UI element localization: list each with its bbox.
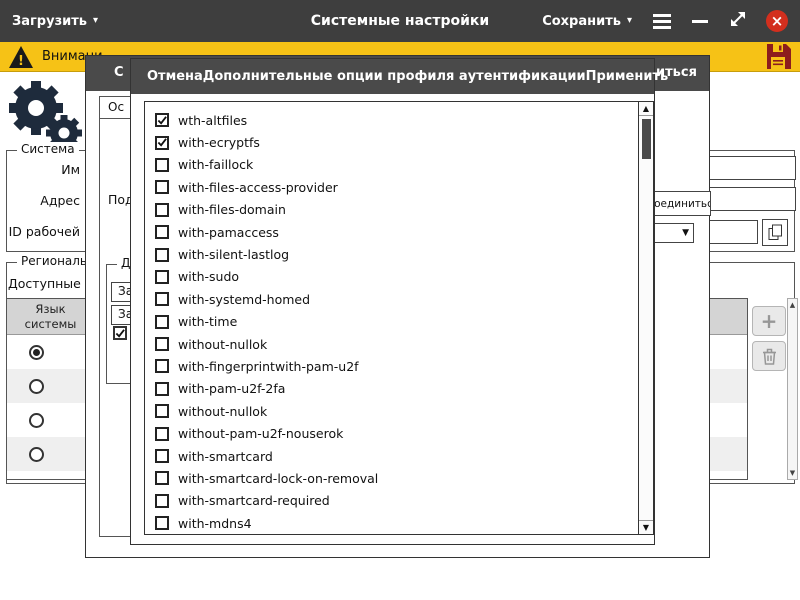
option-row[interactable]: with-pam-u2f-2fa xyxy=(155,378,637,400)
scroll-up-icon[interactable]: ▲ xyxy=(790,301,795,309)
checkbox[interactable] xyxy=(155,359,169,373)
option-row[interactable]: with-systemd-homed xyxy=(155,288,637,310)
checkbox[interactable] xyxy=(155,248,169,262)
cancel-button[interactable]: Отмена xyxy=(147,69,203,84)
option-row[interactable]: with-mdns4 xyxy=(155,512,637,534)
option-row[interactable]: without-nullok xyxy=(155,400,637,422)
option-label: with-time xyxy=(178,314,237,329)
option-label: with-smartcard-lock-on-removal xyxy=(178,471,378,486)
option-label: with-silent-lastlog xyxy=(178,247,289,262)
option-row[interactable]: with-smartcard xyxy=(155,445,637,467)
table-scrollbar[interactable]: ▲ ▼ xyxy=(787,298,798,480)
delete-language-button[interactable] xyxy=(752,341,786,371)
address-field-label: Адрес xyxy=(0,193,80,208)
trash-icon xyxy=(762,348,777,365)
scroll-up-button[interactable]: ▲ xyxy=(639,102,653,116)
checkbox[interactable] xyxy=(155,136,169,150)
option-label: with-sudo xyxy=(178,269,239,284)
option-label: with-systemd-homed xyxy=(178,292,310,307)
option-label: wth-altfiles xyxy=(178,113,247,128)
scroll-down-icon[interactable]: ▼ xyxy=(790,469,795,477)
option-row[interactable]: with-faillock xyxy=(155,154,637,176)
auth-dialog-header: Отмена Дополнительные опции профиля ауте… xyxy=(131,59,654,94)
option-label: without-nullok xyxy=(178,337,267,352)
option-row[interactable]: with-smartcard-lock-on-removal xyxy=(155,467,637,489)
option-label: with-files-access-provider xyxy=(178,180,338,195)
option-label: with-smartcard xyxy=(178,449,273,464)
checkbox[interactable] xyxy=(155,158,169,172)
checkbox[interactable] xyxy=(155,471,169,485)
workstation-id-field-label: ID рабочей xyxy=(0,224,80,239)
radio-button[interactable] xyxy=(29,379,44,394)
radio-button[interactable] xyxy=(29,447,44,462)
list-scrollbar[interactable]: ▲ ▼ xyxy=(638,102,653,534)
radio-button[interactable] xyxy=(29,345,44,360)
checkbox[interactable] xyxy=(155,113,169,127)
checkbox[interactable] xyxy=(155,292,169,306)
scroll-thumb[interactable] xyxy=(642,119,651,159)
radio-button[interactable] xyxy=(29,413,44,428)
option-row[interactable]: with-sudo xyxy=(155,266,637,288)
scroll-down-button[interactable]: ▼ xyxy=(639,520,653,534)
name-field-label: Им xyxy=(0,162,80,177)
options-list-items: wth-altfiles with-ecryptfs xyxy=(145,102,637,534)
available-languages-label: Доступные я xyxy=(8,276,92,291)
option-label: without-nullok xyxy=(178,404,267,419)
checkbox[interactable] xyxy=(155,404,169,418)
system-group-label: Система xyxy=(17,142,79,156)
checkbox[interactable] xyxy=(155,449,169,463)
copy-icon xyxy=(768,224,783,241)
plus-icon: + xyxy=(761,309,778,333)
option-row[interactable]: without-pam-u2f-nouserok xyxy=(155,422,637,444)
checkbox[interactable] xyxy=(113,326,127,340)
checkbox[interactable] xyxy=(155,382,169,396)
auth-dialog-title: Дополнительные опции профиля аутентифика… xyxy=(203,69,586,84)
option-label: with-ecryptfs xyxy=(178,135,260,150)
language-column-header: Язык системы xyxy=(7,299,95,334)
option-row[interactable]: with-fingerprintwith-pam-u2f xyxy=(155,355,637,377)
gears-icon xyxy=(2,76,82,152)
option-label: with-faillock xyxy=(178,157,253,172)
auth-options-dialog: Отмена Дополнительные опции профиля ауте… xyxy=(130,58,655,545)
option-label: with-pamaccess xyxy=(178,225,279,240)
screen: Загрузить ▾ Системные настройки Сохранит… xyxy=(0,0,800,600)
checkbox[interactable] xyxy=(155,180,169,194)
checkbox[interactable] xyxy=(155,516,169,530)
option-label: with-fingerprintwith-pam-u2f xyxy=(178,359,359,374)
check-icon xyxy=(157,115,167,126)
option-row[interactable]: with-pamaccess xyxy=(155,221,637,243)
option-label: with-mdns4 xyxy=(178,516,252,531)
checkbox[interactable] xyxy=(155,337,169,351)
checkbox[interactable] xyxy=(155,315,169,329)
checkbox[interactable] xyxy=(155,270,169,284)
checkbox[interactable] xyxy=(155,225,169,239)
option-row[interactable]: with-files-domain xyxy=(155,199,637,221)
option-row[interactable]: with-files-access-provider xyxy=(155,176,637,198)
checkbox[interactable] xyxy=(155,203,169,217)
checkbox[interactable] xyxy=(155,494,169,508)
option-row[interactable]: with-ecryptfs xyxy=(155,131,637,153)
option-row[interactable]: with-time xyxy=(155,311,637,333)
checkbox[interactable] xyxy=(155,427,169,441)
option-row[interactable]: without-nullok xyxy=(155,333,637,355)
option-row[interactable]: with-silent-lastlog xyxy=(155,243,637,265)
options-list: wth-altfiles with-ecryptfs xyxy=(144,101,654,535)
add-language-button[interactable]: + xyxy=(752,306,786,336)
caret-down-icon: ▼ xyxy=(682,228,689,238)
check-icon xyxy=(157,137,167,148)
apply-button[interactable]: Применить xyxy=(586,69,669,84)
option-label: without-pam-u2f-nouserok xyxy=(178,426,343,441)
option-label: with-files-domain xyxy=(178,202,286,217)
option-row[interactable]: wth-altfiles xyxy=(155,109,637,131)
parent-dialog-left-button-fragment[interactable]: С xyxy=(114,65,124,80)
copy-button[interactable] xyxy=(762,219,788,246)
option-label: with-smartcard-required xyxy=(178,493,330,508)
check-icon xyxy=(115,328,125,339)
option-label: with-pam-u2f-2fa xyxy=(178,381,285,396)
option-row[interactable]: with-smartcard-required xyxy=(155,490,637,512)
